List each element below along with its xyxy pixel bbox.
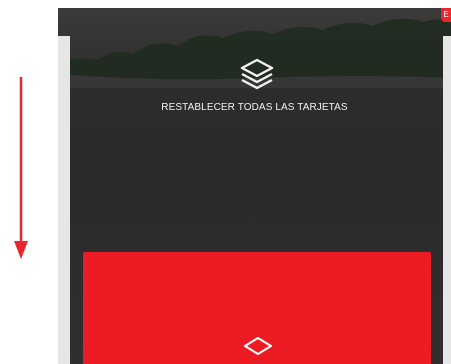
scroll-down-arrow-icon	[14, 77, 28, 259]
stack-layers-icon[interactable]	[238, 58, 276, 92]
app-screen: E RESTABLECER TODAS LAS TARJETAS	[58, 8, 451, 364]
previous-card-edge[interactable]	[58, 36, 70, 364]
corner-badge[interactable]: E	[441, 8, 451, 22]
next-card-edge[interactable]	[443, 36, 451, 364]
red-card[interactable]	[83, 252, 431, 364]
diamond-outline-icon	[244, 337, 272, 355]
reset-all-cards-button[interactable]: RESTABLECER TODAS LAS TARJETAS	[58, 102, 451, 113]
